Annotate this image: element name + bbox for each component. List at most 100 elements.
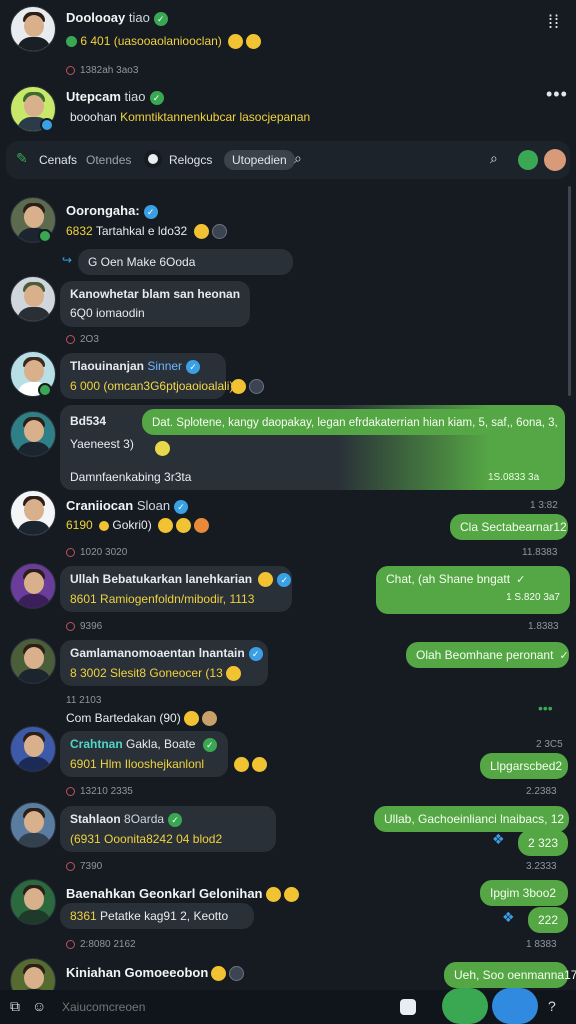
- composer-bar: ⧉ ☺ ?: [0, 988, 576, 1024]
- message-bubble-out[interactable]: Ueh, Soo oenmanna17: [444, 962, 576, 988]
- message-bubble[interactable]: 8361 Petatke kag91 2, Keotto: [60, 903, 254, 929]
- camera-button[interactable]: [442, 988, 488, 1024]
- timestamp: 3.2333: [526, 861, 557, 872]
- emoji-icon: [249, 379, 264, 394]
- emoji-icon: [231, 379, 246, 394]
- timestamp: 2O3: [66, 334, 99, 345]
- verified-icon: ✓: [168, 812, 183, 827]
- edit-icon[interactable]: ✎: [16, 150, 28, 167]
- emoji-icon: [99, 520, 110, 531]
- chat-preview: 6832 Tartahkal e ldo32: [66, 224, 227, 240]
- status-icon: [38, 229, 52, 243]
- emoji-icon: [211, 966, 227, 982]
- voice-button[interactable]: [492, 988, 538, 1024]
- emoji-picker-icon[interactable]: ☺: [32, 998, 46, 1014]
- filter-chip[interactable]: Otendes: [86, 153, 131, 167]
- message-bubble-out[interactable]: Ullab, Gachoeinlianci lnaibacs, 12: [374, 806, 569, 832]
- timestamp: 1.8383: [528, 621, 559, 632]
- check-icon: ✓: [516, 574, 526, 586]
- clock-icon: [66, 65, 75, 75]
- timestamp: 9396: [66, 621, 102, 632]
- chat-name: Oorongaha: ✓: [66, 203, 158, 219]
- message-bubble-out[interactable]: Llpgarscbed2: [480, 753, 568, 779]
- chat-preview: booohan Komntiktannenkubcar lasocjepanan: [70, 110, 311, 124]
- chat-preview: 6190 Gokri0): [66, 518, 210, 534]
- clock-icon: [66, 786, 75, 796]
- chat-preview: 6 401 (uasooaolaniooclan): [66, 34, 262, 50]
- sticker-icon[interactable]: [400, 999, 416, 1015]
- emoji-icon: [234, 757, 249, 772]
- emoji-icon: [155, 441, 170, 456]
- avatar[interactable]: [10, 638, 56, 684]
- verified-icon: ✓: [174, 499, 189, 514]
- clock-icon: [66, 621, 75, 631]
- avatar[interactable]: [10, 411, 56, 457]
- verified-icon: ✓: [143, 204, 158, 219]
- avatar[interactable]: [544, 149, 566, 171]
- message-bubble[interactable]: Crahtnan Gakla, Boate ✓ 6901 Hlm Ilooshe…: [60, 731, 228, 777]
- verified-icon: ✓: [277, 572, 292, 587]
- emoji-icon: [252, 757, 267, 772]
- emoji-icon: [183, 711, 199, 727]
- message-bubble[interactable]: Ullah Bebatukarkan lanehkarian ✓ 8601 Ra…: [60, 566, 292, 612]
- timestamp: 2 3C5: [536, 739, 563, 750]
- message-bubble-out[interactable]: Chat, (ah Shane bngatt ✓ 1 S.820 3a7: [376, 566, 570, 614]
- emoji-icon: [158, 518, 174, 534]
- chat-name: Craniiocan Sloan ✓: [66, 498, 189, 514]
- scrollbar[interactable]: [568, 186, 571, 396]
- timestamp: 1382ah 3ao3: [66, 65, 138, 76]
- message-bubble[interactable]: Kanowhetar blam san heonan 6Q0 iomaodin: [60, 281, 250, 327]
- filter-chip-active[interactable]: Utopedien: [224, 150, 295, 170]
- timestamp: 2.2383: [526, 786, 557, 797]
- filter-chip[interactable]: Relogcs: [169, 153, 212, 167]
- verified-icon: ✓: [202, 737, 217, 752]
- chat-preview: Com Bartedakan (90): [66, 711, 217, 727]
- message-bubble[interactable]: Gamlamanomoaentan lnantain ✓ 8 3002 Slesi…: [60, 640, 268, 686]
- avatar[interactable]: [10, 879, 56, 925]
- reply-icon: ↪: [62, 253, 73, 267]
- chat-name: Kiniahan Gomoeeobon: [66, 965, 245, 982]
- emoji-icon: [246, 34, 262, 50]
- search-icon[interactable]: ⌕: [490, 150, 498, 167]
- avatar[interactable]: [10, 726, 56, 772]
- timestamp: 13210 2335: [66, 786, 133, 797]
- clock-icon: [66, 939, 75, 949]
- help-icon[interactable]: ?: [548, 998, 556, 1014]
- message-bubble-out[interactable]: Olah Beomhane peronant ✓: [406, 642, 569, 668]
- toggle-icon[interactable]: [144, 150, 162, 168]
- timestamp: 1020 3020: [66, 547, 127, 558]
- avatar[interactable]: [10, 563, 56, 609]
- timestamp: 1 3:82: [530, 500, 558, 511]
- attach-icon[interactable]: ⧉: [10, 998, 20, 1015]
- emoji-icon: [193, 224, 209, 240]
- message-bubble-out[interactable]: Dat. Splotene, kangy daopakay, legan efr…: [142, 409, 564, 435]
- message-bubble-out[interactable]: 2 323: [518, 830, 568, 856]
- search-icon[interactable]: ⌕: [294, 150, 302, 167]
- chat-name: Baenahkan Geonkarl Gelonihan: [66, 886, 299, 903]
- reply-preview[interactable]: G Oen Make 6Ooda: [78, 249, 293, 275]
- message-bubble[interactable]: Tlaouinanjan Sinner ✓ 6 000 (omcan3G6ptjo…: [60, 353, 233, 399]
- message-bubble-out[interactable]: Ipgim 3boo2: [480, 880, 568, 906]
- reaction-icon: ❖: [502, 909, 515, 925]
- message-bubble[interactable]: Stahlaon 8Oarda ✓ (6931 Ooonita8242 04 bl…: [60, 806, 276, 852]
- timestamp: 1S.0833 3a: [488, 472, 540, 483]
- emoji-icon: [201, 711, 217, 727]
- avatar[interactable]: [10, 6, 56, 52]
- chat-name: Doolooay tiao ✓: [66, 10, 168, 26]
- verified-icon: ✓: [153, 11, 168, 26]
- avatar[interactable]: [10, 490, 56, 536]
- message-bubble-out[interactable]: 222: [528, 907, 568, 933]
- grid-dots-icon[interactable]: ⁞⁞: [548, 12, 560, 33]
- avatar[interactable]: [10, 276, 56, 322]
- chat-name: Utepcam tiao ✓: [66, 89, 164, 105]
- more-icon[interactable]: •••: [546, 84, 568, 105]
- clock-icon: [66, 547, 75, 557]
- status-icon[interactable]: [518, 150, 538, 170]
- emoji-icon: [225, 666, 241, 682]
- message-input[interactable]: [62, 996, 362, 1018]
- message-bubble-out[interactable]: Cla Sectabearnar12: [450, 514, 568, 540]
- filter-bar: ✎ Cenafs Otendes Relogcs Utopedien ⌕ ⌕: [6, 141, 570, 179]
- avatar[interactable]: [10, 802, 56, 848]
- filter-chip[interactable]: Cenafs: [39, 153, 77, 167]
- verified-icon: ✓: [149, 90, 164, 105]
